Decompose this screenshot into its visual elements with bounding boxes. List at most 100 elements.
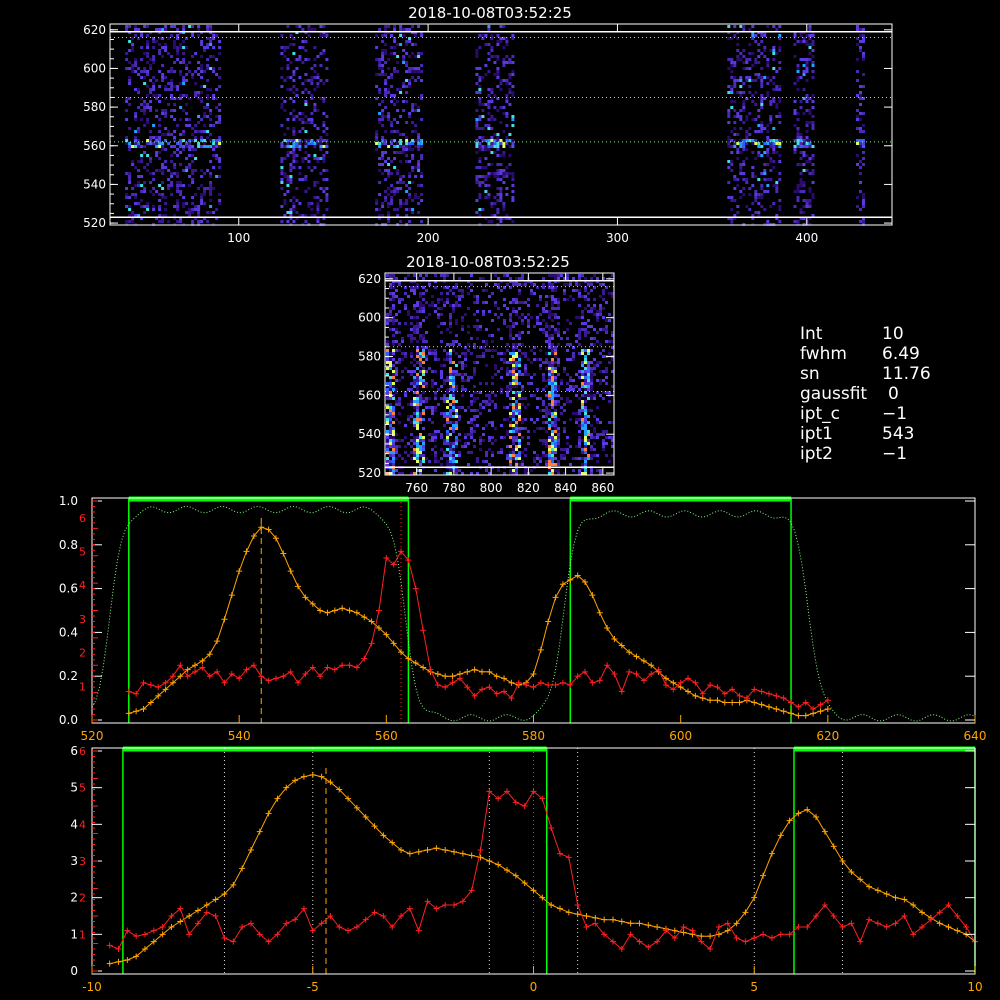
mid-cell — [566, 277, 569, 280]
mid-cell — [470, 403, 473, 406]
mid-cell — [491, 340, 494, 343]
mid-cell — [527, 358, 530, 361]
mid-cell — [554, 361, 557, 364]
top-cell — [396, 130, 400, 133]
mid-cell — [512, 427, 515, 430]
mid-cell — [509, 430, 512, 433]
top-cell — [399, 28, 403, 31]
top-cell — [859, 112, 862, 115]
mid-cell — [461, 388, 464, 391]
mid-cell — [461, 289, 464, 292]
mid-cell — [446, 421, 449, 424]
mid-cell — [413, 397, 416, 400]
top-cell — [304, 178, 308, 181]
mid-cell — [584, 430, 587, 433]
top-cell — [375, 142, 379, 145]
mid-cell — [605, 340, 608, 343]
mid-cell — [578, 316, 581, 319]
mid-cell — [587, 331, 590, 334]
mid-cell — [590, 388, 593, 391]
mid-cell — [557, 445, 560, 448]
mid-cell — [446, 358, 449, 361]
mid-cell — [422, 319, 425, 322]
mid-cell — [413, 451, 416, 454]
top-cell — [292, 79, 296, 82]
mid-cell — [602, 292, 605, 295]
mid-cell — [599, 361, 602, 364]
top-cell — [155, 40, 159, 43]
top-cell — [179, 82, 183, 85]
mid-cell — [473, 409, 476, 412]
top-cell — [206, 64, 210, 67]
top-cell — [194, 205, 198, 208]
mid-cell — [392, 307, 395, 310]
top-cell — [146, 85, 150, 88]
mid-cell — [584, 277, 587, 280]
mid-cell — [542, 442, 545, 445]
mid-cell — [389, 430, 392, 433]
top-cell — [188, 142, 192, 145]
top-cell — [134, 145, 138, 148]
mid-cell — [395, 388, 398, 391]
mid-cell — [446, 376, 449, 379]
mid-cell — [602, 397, 605, 400]
mid-cell — [491, 319, 494, 322]
top-cell — [408, 181, 412, 184]
mid-cell — [569, 418, 572, 421]
top-cell — [218, 40, 222, 43]
mid-cell — [563, 427, 566, 430]
mid-cell — [551, 343, 554, 346]
top-cell — [185, 73, 189, 76]
top-cell — [402, 151, 406, 154]
top-cell — [387, 25, 391, 28]
mid-cell — [542, 451, 545, 454]
top-cell — [414, 109, 418, 112]
mid-cell — [560, 412, 563, 415]
mid-cell — [419, 394, 422, 397]
top-cell — [137, 175, 141, 178]
mid-cell — [602, 328, 605, 331]
top-cell — [307, 34, 311, 37]
mid-cell — [452, 304, 455, 307]
top-cell — [128, 49, 132, 52]
mid-cell — [512, 409, 515, 412]
top-cell — [381, 124, 385, 127]
mid-cell — [416, 322, 419, 325]
top-cell — [417, 133, 421, 136]
top-cell — [508, 154, 512, 157]
top-cell — [170, 133, 174, 136]
mid-cell — [548, 340, 551, 343]
spec-red-point — [420, 627, 427, 634]
mid-cell — [479, 328, 482, 331]
top-cell — [209, 43, 213, 46]
mid-cell — [413, 316, 416, 319]
mid-cell — [419, 274, 422, 277]
mid-cell — [548, 394, 551, 397]
mid-cell — [449, 376, 452, 379]
mid-cell — [548, 352, 551, 355]
mid-cell — [563, 367, 566, 370]
top-cell — [185, 112, 189, 115]
top-cell — [384, 130, 388, 133]
mid-cell — [389, 427, 392, 430]
top-cell — [802, 190, 806, 193]
top-cell — [502, 151, 506, 154]
top-cell — [149, 142, 153, 145]
mid-cell — [386, 406, 389, 409]
mid-cell — [566, 319, 569, 322]
mid-cell — [590, 337, 593, 340]
top-cell — [384, 25, 388, 28]
top-cell — [134, 28, 138, 31]
mid-cell — [521, 388, 524, 391]
top-cell — [155, 151, 159, 154]
top-cell — [134, 25, 138, 28]
top-cell — [289, 199, 293, 202]
mid-cell — [392, 448, 395, 451]
top-cell — [161, 181, 165, 184]
top-cell — [475, 181, 479, 184]
mid-cell — [512, 325, 515, 328]
mid-cell — [590, 457, 593, 460]
top-cell — [316, 211, 320, 214]
top-cell — [200, 43, 204, 46]
top-cell — [176, 124, 180, 127]
